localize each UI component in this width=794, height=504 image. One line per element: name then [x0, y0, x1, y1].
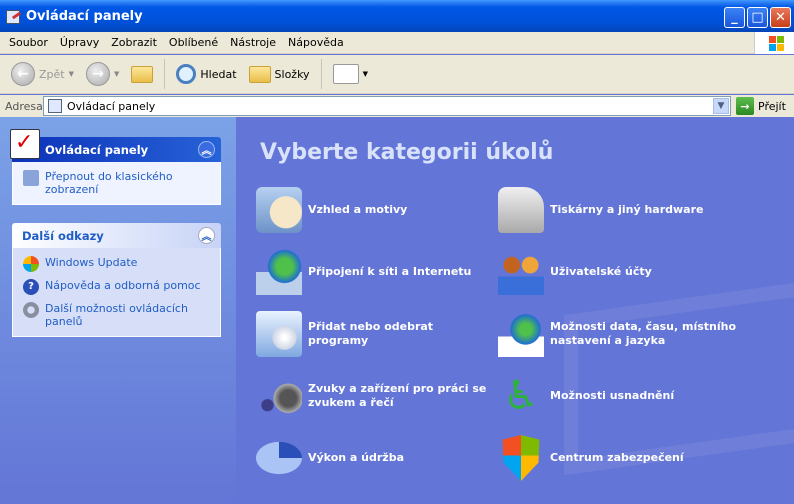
category-network[interactable]: Připojení k síti a Internetu: [256, 249, 488, 295]
forward-button[interactable]: → ▼: [83, 60, 122, 88]
category-appearance[interactable]: Vzhled a motivy: [256, 187, 468, 233]
globe-calendar-icon: [498, 311, 544, 357]
category-user-accounts[interactable]: Uživatelské účty: [498, 249, 750, 295]
task-pane: Ovládací panely ︽ Přepnout do klasického…: [0, 117, 236, 504]
category-date-time-language[interactable]: Možnosti data, času, místního nastavení …: [498, 311, 750, 357]
switch-classic-view-link[interactable]: Přepnout do klasického zobrazení: [23, 170, 210, 196]
menu-tools[interactable]: Nástroje: [224, 36, 282, 49]
category-add-remove-programs[interactable]: Přidat nebo odebrat programy: [256, 311, 488, 357]
collapse-chevron-icon[interactable]: ︽: [198, 227, 215, 244]
title-bar[interactable]: Ovládací panely _ □ ✕: [0, 0, 794, 32]
category-accessibility[interactable]: ♿ Možnosti usnadnění: [498, 373, 750, 419]
go-button[interactable]: → Přejít: [736, 97, 786, 115]
window-title: Ovládací panely: [26, 9, 143, 24]
views-icon: [332, 64, 359, 84]
see-also-section: Další odkazy ︽ Windows Update ? Nápověda …: [12, 223, 221, 337]
back-button[interactable]: ← Zpět ▼: [8, 60, 77, 88]
windows-update-icon: [23, 256, 39, 272]
close-button[interactable]: ✕: [770, 7, 791, 28]
forward-arrow-icon: →: [86, 62, 110, 86]
menu-file[interactable]: Soubor: [3, 36, 54, 49]
shield-icon: [502, 435, 540, 481]
more-options-link[interactable]: Další možnosti ovládacích panelů: [23, 302, 210, 328]
control-panel-icon: [10, 129, 40, 159]
collapse-chevron-icon[interactable]: ︽: [198, 141, 215, 158]
address-input[interactable]: Ovládací panely ▼: [43, 96, 731, 116]
menu-bar: Soubor Úpravy Zobrazit Oblíbené Nástroje…: [0, 32, 794, 54]
cd-box-icon: [256, 311, 302, 357]
control-panel-icon: [6, 9, 20, 24]
gear-icon: [23, 302, 39, 318]
folder-up-icon: [131, 65, 154, 83]
views-button[interactable]: ▼: [330, 62, 371, 86]
address-bar: Adresa Ovládací panely ▼ → Přejít: [0, 95, 794, 117]
control-panel-section: Ovládací panely ︽ Přepnout do klasického…: [10, 129, 221, 205]
menu-edit[interactable]: Úpravy: [54, 36, 105, 49]
windows-update-link[interactable]: Windows Update: [23, 256, 210, 272]
speaker-music-icon: [256, 373, 302, 419]
help-support-link[interactable]: ? Nápověda a odborná pomoc: [23, 279, 210, 295]
separator: [320, 59, 322, 89]
category-performance[interactable]: Výkon a údržba: [256, 435, 488, 481]
address-dropdown-button[interactable]: ▼: [713, 98, 729, 114]
back-arrow-icon: ←: [11, 62, 35, 86]
separator: [164, 59, 166, 89]
category-sounds[interactable]: Zvuky a zařízení pro práci se zvukem a ř…: [256, 373, 488, 419]
menu-help[interactable]: Nápověda: [282, 36, 350, 49]
main-content: Vyberte kategorii úkolů Vzhled a motivy …: [236, 117, 794, 504]
section-header[interactable]: Další odkazy ︽: [12, 223, 221, 248]
printer-icon: [498, 187, 544, 233]
toolbar: ← Zpět ▼ → ▼ Hledat Složky ▼: [0, 55, 794, 94]
search-icon: [176, 64, 197, 84]
category-security-center[interactable]: Centrum zabezpečení: [498, 435, 750, 481]
menu-view[interactable]: Zobrazit: [105, 36, 163, 49]
palette-icon: [256, 187, 302, 233]
menu-favorites[interactable]: Oblíbené: [163, 36, 224, 49]
category-printers[interactable]: Tiskárny a jiný hardware: [498, 187, 750, 233]
maximize-button[interactable]: □: [747, 7, 768, 28]
folders-icon: [248, 65, 271, 83]
search-button[interactable]: Hledat: [173, 62, 239, 86]
go-arrow-icon: →: [736, 97, 754, 115]
classic-view-icon: [23, 170, 39, 186]
users-icon: [498, 249, 544, 295]
network-globe-icon: [256, 249, 302, 295]
wheelchair-icon: ♿: [503, 373, 539, 419]
up-button[interactable]: [128, 64, 156, 85]
control-panel-icon: [48, 99, 62, 113]
pie-chart-icon: [256, 441, 302, 475]
section-header[interactable]: Ovládací panely ︽: [10, 129, 221, 162]
address-label: Adresa: [5, 99, 43, 113]
minimize-button[interactable]: _: [724, 7, 745, 28]
windows-logo-icon: [754, 32, 794, 54]
help-icon: ?: [23, 279, 39, 295]
folders-button[interactable]: Složky: [246, 64, 313, 85]
page-title: Vyberte kategorii úkolů: [260, 140, 554, 165]
